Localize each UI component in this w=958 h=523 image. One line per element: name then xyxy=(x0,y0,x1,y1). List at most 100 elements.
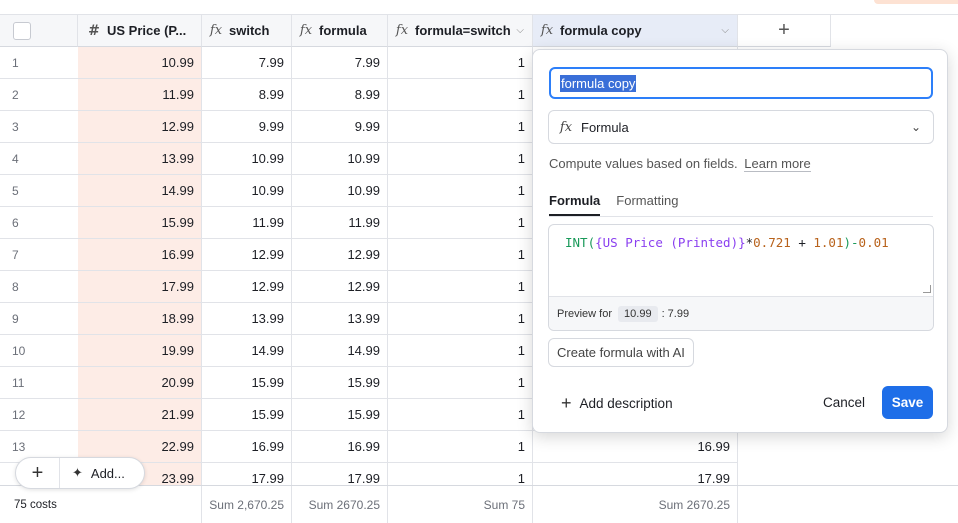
tab-formatting[interactable]: Formatting xyxy=(616,193,678,216)
chevron-down-icon[interactable]: ⌵ xyxy=(721,25,729,36)
field-name-input[interactable]: formula copy xyxy=(549,67,933,99)
header-label: formula copy xyxy=(560,23,642,38)
formula-icon: fx xyxy=(559,119,573,135)
cell-us-price[interactable]: 12.99 xyxy=(78,111,202,143)
cell-switch[interactable]: 8.99 xyxy=(202,79,292,111)
row-number: 6 xyxy=(0,207,78,239)
cell-switch[interactable]: 12.99 xyxy=(202,239,292,271)
cell-switch[interactable]: 15.99 xyxy=(202,399,292,431)
header-formula[interactable]: fx formula xyxy=(292,15,388,47)
cell-formula-eq-switch[interactable]: 1 xyxy=(388,47,533,79)
cell-switch[interactable]: 15.99 xyxy=(202,367,292,399)
cell-formula-eq-switch[interactable]: 1 xyxy=(388,111,533,143)
cell-us-price[interactable]: 10.99 xyxy=(78,47,202,79)
cell-formula-eq-switch[interactable]: 1 xyxy=(388,335,533,367)
cell-formula-eq-switch[interactable]: 1 xyxy=(388,367,533,399)
header-formula-copy[interactable]: fx formula copy ⌵ xyxy=(533,15,738,47)
preview-label: Preview for xyxy=(557,307,613,320)
formula-num: 1.01 xyxy=(813,235,844,250)
cell-formula-eq-switch[interactable]: 1 xyxy=(388,143,533,175)
formula-icon: fx xyxy=(299,23,313,38)
cell-formula[interactable]: 16.99 xyxy=(292,431,388,463)
cell-us-price[interactable]: 19.99 xyxy=(78,335,202,367)
create-formula-ai-button[interactable]: Create formula with AI xyxy=(548,338,694,367)
plus-icon: + xyxy=(778,19,790,41)
cell-us-price[interactable]: 14.99 xyxy=(78,175,202,207)
cell-formula[interactable]: 12.99 xyxy=(292,271,388,303)
cell-us-price[interactable]: 21.99 xyxy=(78,399,202,431)
cell-formula-eq-switch[interactable]: 1 xyxy=(388,303,533,335)
cell-switch[interactable]: 14.99 xyxy=(202,335,292,367)
learn-more-link[interactable]: Learn more xyxy=(744,156,811,172)
cell-switch[interactable]: 10.99 xyxy=(202,175,292,207)
cell-formula[interactable]: 13.99 xyxy=(292,303,388,335)
cell-formula[interactable]: 14.99 xyxy=(292,335,388,367)
chevron-down-icon: ⌄ xyxy=(910,120,921,134)
cell-formula-eq-switch[interactable]: 1 xyxy=(388,399,533,431)
cell-us-price[interactable]: 13.99 xyxy=(78,143,202,175)
record-count: 75 costs xyxy=(0,486,202,523)
add-record-button[interactable]: + xyxy=(16,458,60,488)
cell-formula-eq-switch[interactable]: 1 xyxy=(388,271,533,303)
cell-switch[interactable]: 9.99 xyxy=(202,111,292,143)
chevron-down-icon[interactable]: ⌵ xyxy=(516,25,524,36)
formula-sum[interactable]: Sum 2670.25 xyxy=(292,486,388,523)
add-description-button[interactable]: + Add description xyxy=(561,393,673,414)
formula-editor[interactable]: INT({US Price (Printed)}*0.721 + 1.01)-0… xyxy=(548,224,934,331)
cell-switch[interactable]: 10.99 xyxy=(202,143,292,175)
tab-formula[interactable]: Formula xyxy=(549,193,601,216)
floating-add-bar: + ✦ Add... xyxy=(15,457,145,489)
cell-formula-eq-switch[interactable]: 1 xyxy=(388,175,533,207)
cell-us-price[interactable]: 16.99 xyxy=(78,239,202,271)
add-column-button[interactable]: + xyxy=(738,15,831,47)
formula-num: 0.01 xyxy=(858,235,889,250)
cell-switch[interactable]: 12.99 xyxy=(202,271,292,303)
cell-formula[interactable]: 7.99 xyxy=(292,47,388,79)
cell-formula-eq-switch[interactable]: 1 xyxy=(388,431,533,463)
cell-formula[interactable]: 15.99 xyxy=(292,399,388,431)
cell-switch[interactable]: 7.99 xyxy=(202,47,292,79)
cell-formula[interactable]: 8.99 xyxy=(292,79,388,111)
formula-op: + xyxy=(790,235,814,250)
cell-formula[interactable]: 10.99 xyxy=(292,143,388,175)
resize-handle[interactable] xyxy=(923,285,931,293)
formula-icon: fx xyxy=(540,23,554,38)
cell-formula-eq-switch[interactable]: 1 xyxy=(388,239,533,271)
cell-us-price[interactable]: 20.99 xyxy=(78,367,202,399)
cell-us-price[interactable]: 18.99 xyxy=(78,303,202,335)
cell-switch[interactable]: 11.99 xyxy=(202,207,292,239)
field-type-select[interactable]: fx Formula ⌄ xyxy=(548,110,934,144)
cell-formula[interactable]: 15.99 xyxy=(292,367,388,399)
cancel-button[interactable]: Cancel xyxy=(823,395,865,410)
header-formula-eq-switch[interactable]: fx formula=switch ⌵ xyxy=(388,15,533,47)
header-label: formula xyxy=(319,23,367,38)
formula-icon: fx xyxy=(395,23,409,38)
cell-us-price[interactable]: 17.99 xyxy=(78,271,202,303)
cell-formula[interactable]: 12.99 xyxy=(292,239,388,271)
add-ai-button[interactable]: ✦ Add... xyxy=(60,465,125,481)
cell-formula[interactable]: 9.99 xyxy=(292,111,388,143)
row-number: 9 xyxy=(0,303,78,335)
cell-formula-eq-switch[interactable]: 1 xyxy=(388,207,533,239)
switch-sum[interactable]: Sum 2,670.25 xyxy=(202,486,292,523)
cell-us-price[interactable]: 15.99 xyxy=(78,207,202,239)
header-switch[interactable]: fx switch xyxy=(202,15,292,47)
eq-sum[interactable]: Sum 75 xyxy=(388,486,533,523)
cell-formula[interactable]: 11.99 xyxy=(292,207,388,239)
plus-icon: + xyxy=(561,393,572,413)
formula-code[interactable]: INT({US Price (Printed)}*0.721 + 1.01)-0… xyxy=(565,235,889,250)
cell-formula-eq-switch[interactable]: 1 xyxy=(388,79,533,111)
preview-input-chip[interactable]: 10.99 xyxy=(618,305,658,322)
cell-formula-copy[interactable]: 16.99 xyxy=(533,431,738,463)
formula-field: {US Price (Printed)} xyxy=(595,235,746,250)
cell-formula[interactable]: 10.99 xyxy=(292,175,388,207)
header-us-price[interactable]: # US Price (P... xyxy=(78,15,202,47)
row-number: 4 xyxy=(0,143,78,175)
cell-switch[interactable]: 16.99 xyxy=(202,431,292,463)
select-all-checkbox[interactable] xyxy=(13,22,31,40)
copy-sum[interactable]: Sum 2670.25 xyxy=(533,486,738,523)
header-select-all[interactable] xyxy=(0,15,78,47)
cell-us-price[interactable]: 11.99 xyxy=(78,79,202,111)
cell-switch[interactable]: 13.99 xyxy=(202,303,292,335)
save-button[interactable]: Save xyxy=(882,386,933,419)
